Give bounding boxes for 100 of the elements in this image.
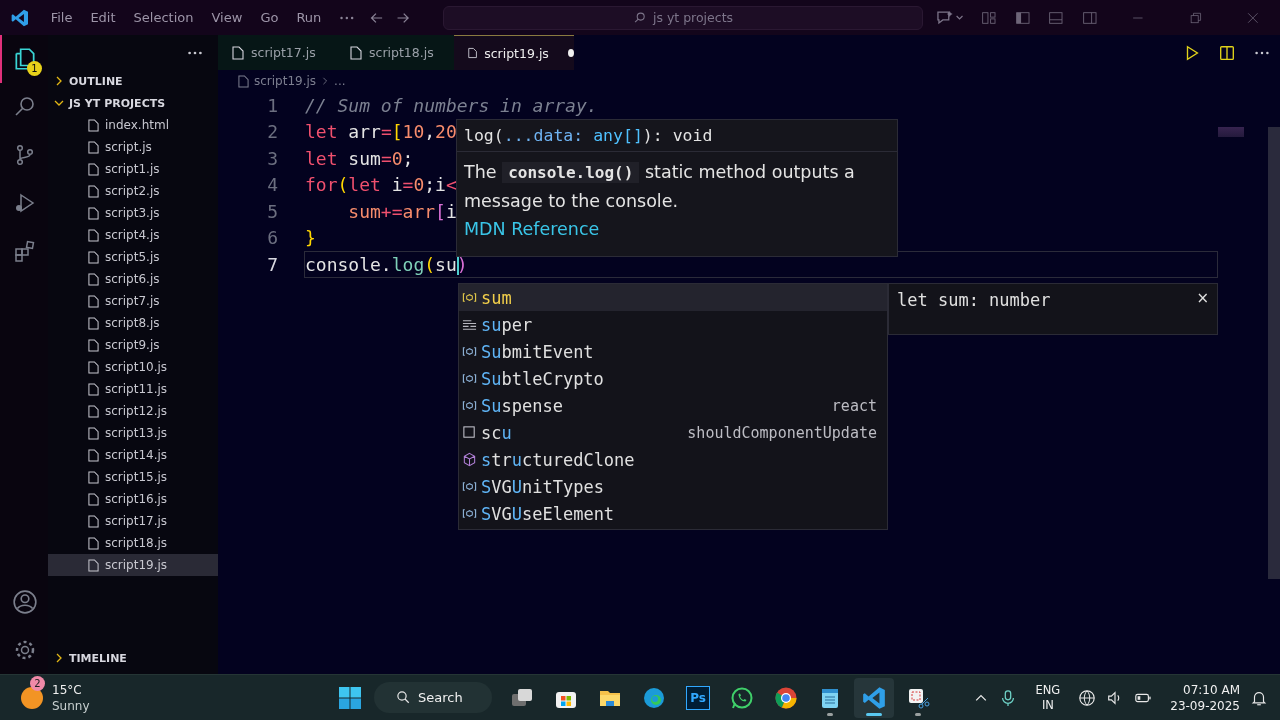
temperature-text: 15°C	[52, 681, 83, 698]
explorer-entry[interactable]: script11.js	[48, 378, 218, 400]
explorer-entry[interactable]: script1.js	[48, 158, 218, 180]
file-name: script16.js	[105, 492, 168, 506]
explorer-entry[interactable]: script7.js	[48, 290, 218, 312]
menu-item[interactable]: Go	[251, 10, 288, 25]
breadcrumb-item[interactable]: script19.js	[254, 74, 317, 88]
account-icon[interactable]	[12, 589, 38, 615]
close-button[interactable]: ×	[1196, 290, 1209, 306]
file-name: script2.js	[105, 184, 160, 198]
file-icon	[88, 294, 99, 308]
line-number: 6	[266, 227, 279, 249]
cube-icon	[462, 452, 477, 467]
explorer-entry[interactable]: script2.js	[48, 180, 218, 202]
section-header[interactable]: OUTLINE	[48, 70, 218, 92]
file-icon	[88, 558, 99, 572]
browser-icon	[642, 685, 666, 710]
suggestion-item[interactable]: sum	[459, 284, 887, 311]
file-name: script5.js	[105, 250, 160, 264]
file-icon	[88, 184, 99, 198]
suggestion-item[interactable]: SubmitEvent	[459, 338, 887, 365]
chat-icon	[730, 685, 754, 710]
menu-item[interactable]: Run	[287, 10, 331, 25]
tab-label: script18.js	[369, 45, 434, 60]
explorer-entry[interactable]: script12.js	[48, 400, 218, 422]
language-indicator[interactable]: ENG IN	[1035, 682, 1061, 713]
line-number: 4	[266, 174, 279, 196]
file-name: script10.js	[105, 360, 168, 374]
taskbar-app[interactable]: Ps	[678, 677, 718, 718]
explorer-entry[interactable]: script18.js	[48, 532, 218, 554]
notification-badge: 2	[30, 675, 45, 691]
line-number: 2	[266, 121, 279, 143]
explorer-entry[interactable]: script6.js	[48, 268, 218, 290]
explorer-entry[interactable]: script9.js	[48, 334, 218, 356]
chevron-icon	[54, 76, 64, 86]
file-icon	[88, 118, 99, 132]
reference-link[interactable]: MDN Reference	[464, 219, 600, 239]
suggestion-item[interactable]: super	[459, 311, 887, 338]
section-header[interactable]: TIMELINE	[48, 647, 218, 669]
suggestion-item[interactable]: Suspense react	[459, 392, 887, 419]
suggestion-item[interactable]: SVGUnitTypes	[459, 473, 887, 500]
explorer-entry[interactable]: index.html	[48, 114, 218, 136]
editor-tab[interactable]: script18.js	[336, 35, 454, 70]
menu-item[interactable]: Edit	[81, 10, 125, 25]
file-name: script11.js	[105, 382, 168, 396]
suggestion-item[interactable]: structuredClone	[459, 446, 887, 473]
menu-item[interactable]: Selection	[124, 10, 203, 25]
file-name: script19.js	[105, 558, 168, 572]
explorer-entry[interactable]: script19.js	[48, 554, 218, 576]
suggestion-item[interactable]: scu shouldComponentUpdate	[459, 419, 887, 446]
explorer-entry[interactable]: script16.js	[48, 488, 218, 510]
variable-icon	[462, 290, 477, 305]
section-title: JS YT PROJECTS	[69, 96, 166, 110]
editor-tab[interactable]: script17.js	[218, 35, 336, 70]
file-icon	[88, 470, 99, 484]
explorer-entry[interactable]: script5.js	[48, 246, 218, 268]
chevron-icon	[54, 98, 64, 108]
file-name: script6.js	[105, 272, 160, 286]
code-line: sum+=arr[i	[347, 200, 457, 222]
search-icon	[396, 690, 411, 705]
language-text: IN	[1041, 697, 1054, 713]
explorer-entry[interactable]: script14.js	[48, 444, 218, 466]
explorer-entry[interactable]: script10.js	[48, 356, 218, 378]
weather-text: Sunny	[52, 697, 90, 714]
file-name: script7.js	[105, 294, 160, 308]
type-signature: let sum: number	[897, 290, 1052, 310]
section-header[interactable]: JS YT PROJECTS	[48, 92, 218, 114]
explorer-entry[interactable]: script.js	[48, 136, 218, 158]
date-text: 23-09-2025	[1170, 697, 1240, 714]
scrollbar[interactable]	[1268, 127, 1280, 579]
chevron-icon	[54, 653, 64, 663]
breadcrumb-item[interactable]: ...	[334, 74, 346, 88]
explorer-entry[interactable]: script3.js	[48, 202, 218, 224]
explorer-entry[interactable]: script8.js	[48, 312, 218, 334]
settings-icon[interactable]	[13, 638, 37, 662]
file-name: script.js	[105, 140, 152, 154]
explorer-entry[interactable]: script17.js	[48, 510, 218, 532]
suggestion-item[interactable]: SubtleCrypto	[459, 365, 887, 392]
command-search-field[interactable]: js yt projects	[443, 5, 923, 30]
file-name: script18.js	[105, 536, 168, 550]
clock[interactable]: 07:10 AM 23-09-2025	[1170, 681, 1240, 714]
explorer-entry[interactable]: script4.js	[48, 224, 218, 246]
file-icon	[350, 45, 362, 60]
taskbar-search-field[interactable]: Search	[374, 682, 492, 713]
vscode-logo-icon	[10, 7, 30, 28]
blocks-icon	[13, 239, 37, 263]
explorer-entry[interactable]: script13.js	[48, 422, 218, 444]
suggestion-item[interactable]: SVGUseElement	[459, 500, 887, 527]
network-icon[interactable]	[1078, 688, 1097, 707]
description-text: The console.log() static method outputs a message to the console.	[463, 161, 856, 213]
signature-text: log(...data: any[]): void	[457, 120, 897, 152]
explorer-entry[interactable]: script15.js	[48, 466, 218, 488]
editor-tab[interactable]: script19.js	[454, 35, 574, 70]
file-icon	[88, 250, 99, 264]
start-icon[interactable]	[338, 685, 362, 710]
split-editor-icon[interactable]	[1218, 43, 1236, 62]
taskbar-app[interactable]	[854, 677, 894, 718]
menu-item[interactable]: View	[202, 10, 252, 25]
file-name: script9.js	[105, 338, 160, 352]
menu-item[interactable]: File	[41, 10, 82, 25]
